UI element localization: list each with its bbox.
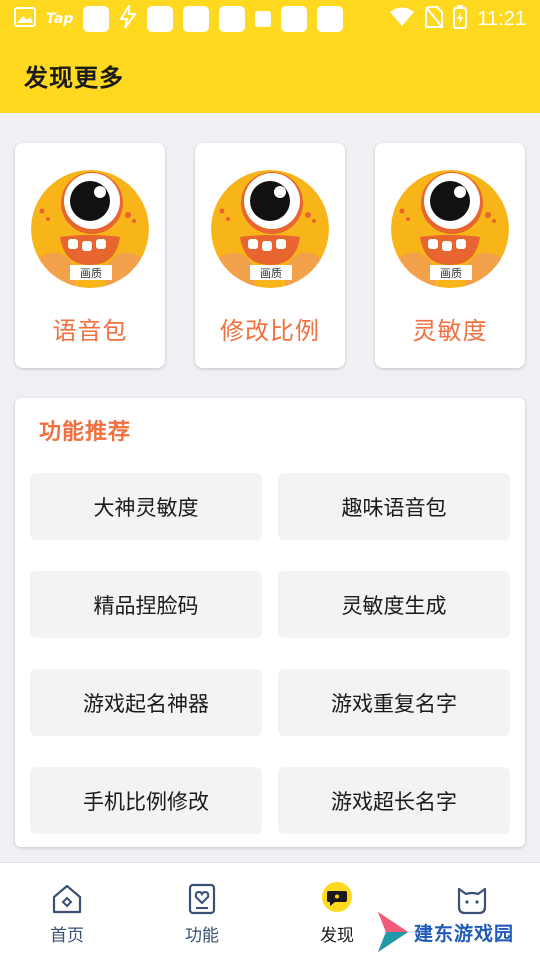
notification-icon xyxy=(281,6,308,32)
feature-button[interactable]: 灵敏度生成 xyxy=(278,571,510,638)
clock: 11:21 xyxy=(477,7,526,30)
feature-button[interactable]: 游戏超长名字 xyxy=(278,767,510,834)
page-title: 发现更多 xyxy=(24,64,124,92)
nav-label: 功能 xyxy=(185,926,219,946)
notification-icon xyxy=(255,11,272,27)
card-edit-ratio[interactable]: 画质 修改比例 xyxy=(195,143,345,368)
card-label: 灵敏度 xyxy=(412,317,488,345)
feature-button[interactable]: 游戏起名神器 xyxy=(30,669,262,736)
nav-item-home[interactable]: 首页 xyxy=(27,881,107,946)
chat-bubble-icon xyxy=(322,882,352,912)
card-voice-pack[interactable]: 画质 语音包 xyxy=(15,143,165,368)
recommend-panel: 功能推荐 大神灵敏度 趣味语音包 精品捏脸码 灵敏度生成 游戏起名神器 游戏重复… xyxy=(15,398,525,847)
feature-button[interactable]: 手机比例修改 xyxy=(30,767,262,834)
card-label: 语音包 xyxy=(52,317,128,345)
mascot-badge: 画质 xyxy=(440,267,462,280)
no-sim-icon xyxy=(425,6,444,32)
feature-button[interactable]: 游戏重复名字 xyxy=(278,669,510,736)
section-title: 功能推荐 xyxy=(39,420,132,445)
notification-icon xyxy=(83,6,110,32)
wifi-icon xyxy=(389,7,415,31)
notification-icon xyxy=(183,6,210,32)
status-bar: Tap 11:21 xyxy=(0,0,540,38)
battery-charging-icon xyxy=(453,5,468,33)
mascot-badge: 画质 xyxy=(80,267,102,280)
watermark: 建东游戏园 xyxy=(376,910,514,954)
gallery-icon xyxy=(14,7,36,31)
watermark-text: 建东游戏园 xyxy=(414,922,515,945)
home-icon xyxy=(52,884,82,914)
heart-card-icon xyxy=(188,883,216,915)
app-bar: 发现更多 xyxy=(0,38,540,113)
mascot-badge: 画质 xyxy=(260,267,282,280)
nav-item-discover[interactable]: 发现 xyxy=(297,881,377,946)
notification-icon xyxy=(317,6,344,32)
card-sensitivity[interactable]: 画质 灵敏度 xyxy=(375,143,525,368)
mascot-icon: 画质 xyxy=(31,170,149,288)
notification-icon xyxy=(147,6,174,32)
nav-item-features[interactable]: 功能 xyxy=(162,881,242,946)
card-label: 修改比例 xyxy=(220,317,320,345)
mascot-icon: 画质 xyxy=(211,170,329,288)
notification-icon xyxy=(219,6,246,32)
watermark-logo-icon xyxy=(378,912,408,952)
nav-label: 发现 xyxy=(320,926,354,946)
feature-button[interactable]: 精品捏脸码 xyxy=(30,571,262,638)
mascot-icon: 画质 xyxy=(391,170,509,288)
nav-label: 首页 xyxy=(50,926,84,946)
tap-notification-label: Tap xyxy=(46,11,74,27)
feature-button[interactable]: 趣味语音包 xyxy=(278,473,510,540)
feature-button[interactable]: 大神灵敏度 xyxy=(30,473,262,540)
bolt-icon xyxy=(119,2,138,33)
